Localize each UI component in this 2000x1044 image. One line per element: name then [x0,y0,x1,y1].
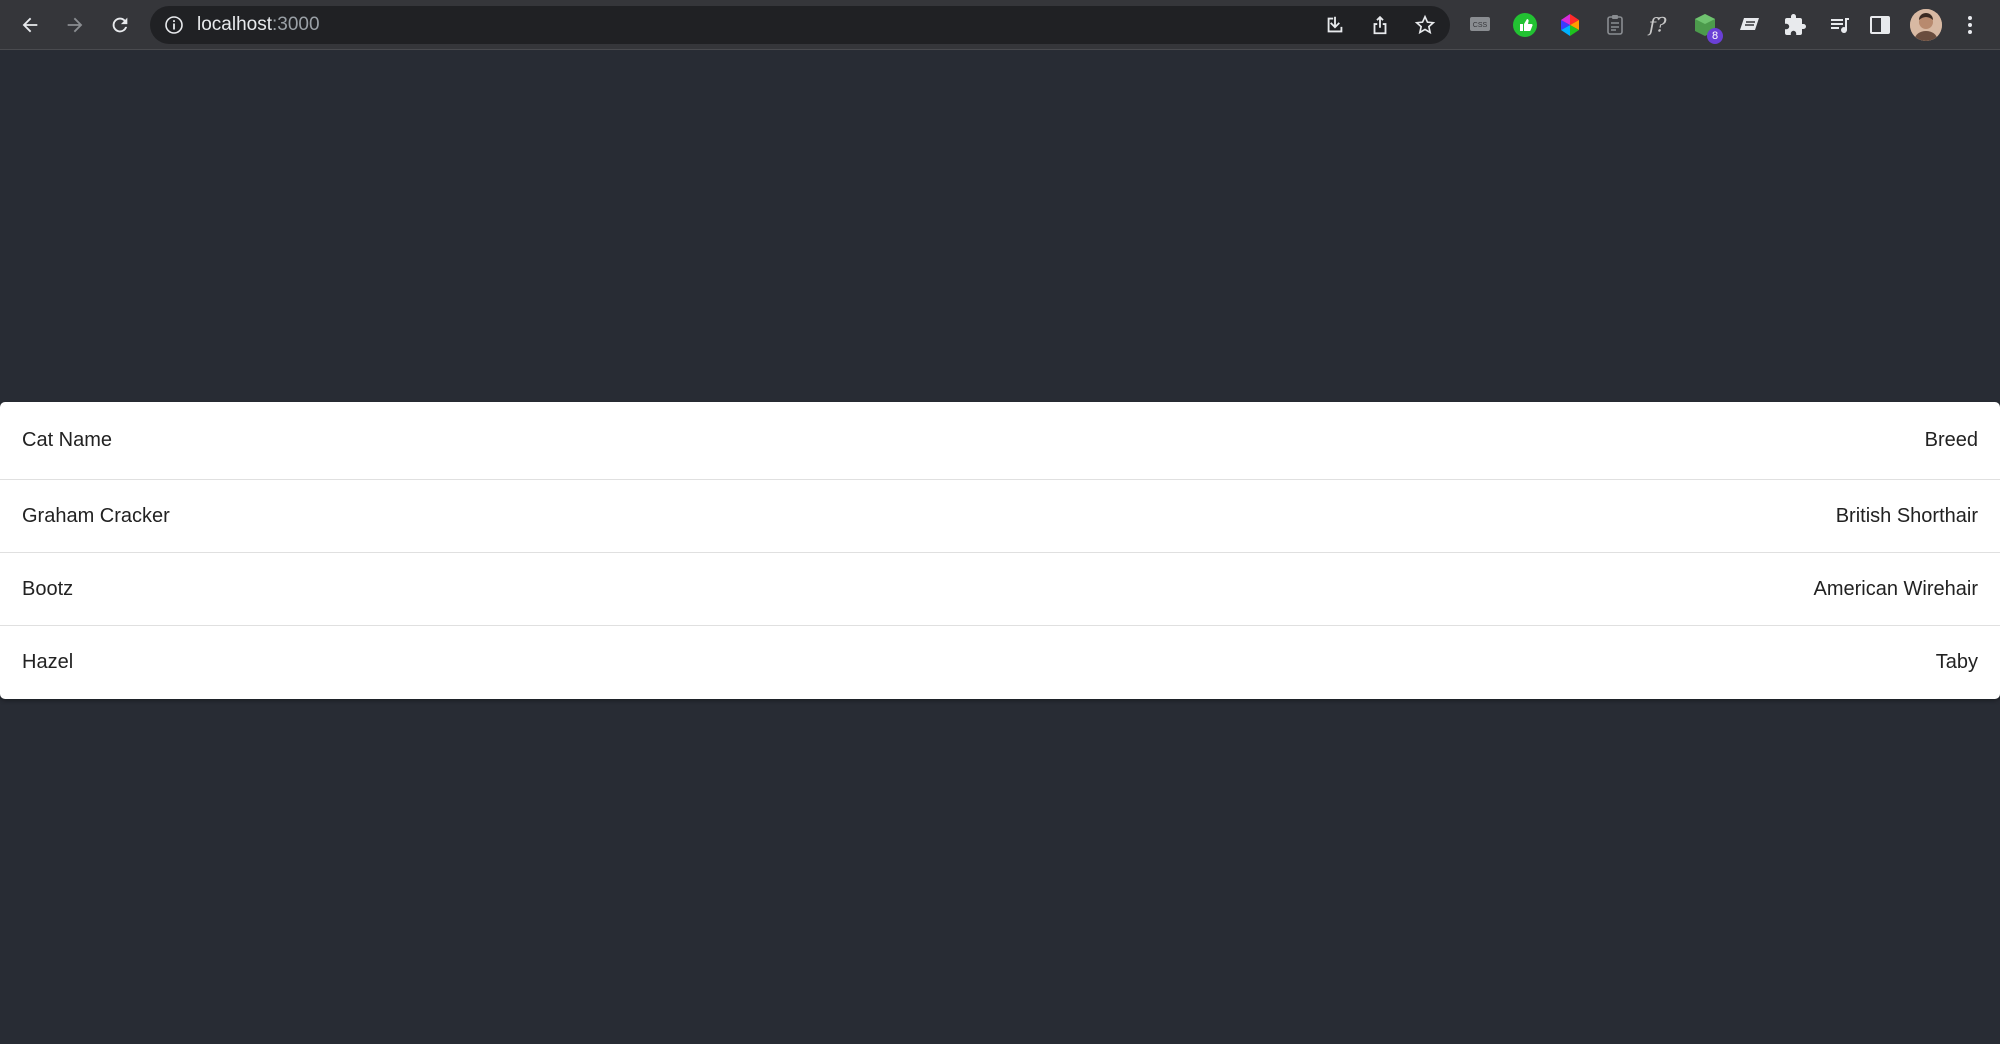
cat-name-cell: Graham Cracker [22,504,170,527]
eraser-icon[interactable] [1736,11,1764,39]
forward-button[interactable] [58,8,92,42]
svg-text:f?: f? [1647,14,1667,37]
address-bar[interactable]: localhost:3000 [150,6,1450,44]
info-icon[interactable] [164,15,184,35]
puzzle-icon[interactable] [1781,11,1809,39]
cube-icon[interactable]: 8 [1691,11,1723,44]
avatar[interactable] [1910,9,1942,41]
page-content: Cat Name Breed Graham Cracker British Sh… [0,50,2000,1044]
clipboard-icon[interactable] [1601,11,1629,39]
cat-name-cell: Hazel [22,651,74,673]
back-button[interactable] [13,8,47,42]
breed-cell: Taby [1935,651,1978,673]
thumbs-up-icon[interactable] [1511,11,1539,39]
browser-toolbar: localhost:3000 CSS f? 8 [0,0,2000,50]
reload-icon [112,17,128,33]
playlist-icon[interactable] [1826,11,1854,39]
font-question-icon[interactable]: f? [1646,11,1674,39]
install-icon [1327,16,1343,33]
breed-cell: British Shorthair [1835,504,1978,527]
url-host: localhost [197,14,272,35]
table-row: Hazel Taby [0,626,2000,699]
cats-table: Cat Name Breed Graham Cracker British Sh… [0,402,2000,699]
table-row: Bootz American Wirehair [0,553,2000,626]
arrow-left-icon [22,17,38,33]
cat-name-cell: Bootz [22,577,74,600]
install-app-button[interactable] [1323,13,1347,37]
table-row: Graham Cracker British Shorthair [0,480,2000,553]
side-panel-icon[interactable] [1866,11,1894,39]
css-viewer-icon[interactable]: CSS [1466,11,1494,39]
more-vertical-icon [1968,16,1972,34]
star-icon [1414,14,1436,35]
table-header-row: Cat Name Breed [0,402,2000,480]
color-wheel-icon[interactable] [1556,11,1584,39]
menu-button[interactable] [1956,11,1984,39]
header-breed: Breed [1924,429,1978,451]
reload-button[interactable] [103,8,137,42]
share-icon [1373,15,1387,35]
svg-text:CSS: CSS [1473,22,1488,29]
header-cat-name: Cat Name [22,429,113,451]
extension-badge: 8 [1707,28,1723,44]
url-port: :3000 [272,14,320,35]
breed-cell: American Wirehair [1813,577,1978,600]
arrow-right-icon [67,17,83,33]
bookmark-button[interactable] [1413,13,1437,37]
share-button[interactable] [1368,13,1392,37]
url-text[interactable]: localhost:3000 [197,15,320,35]
